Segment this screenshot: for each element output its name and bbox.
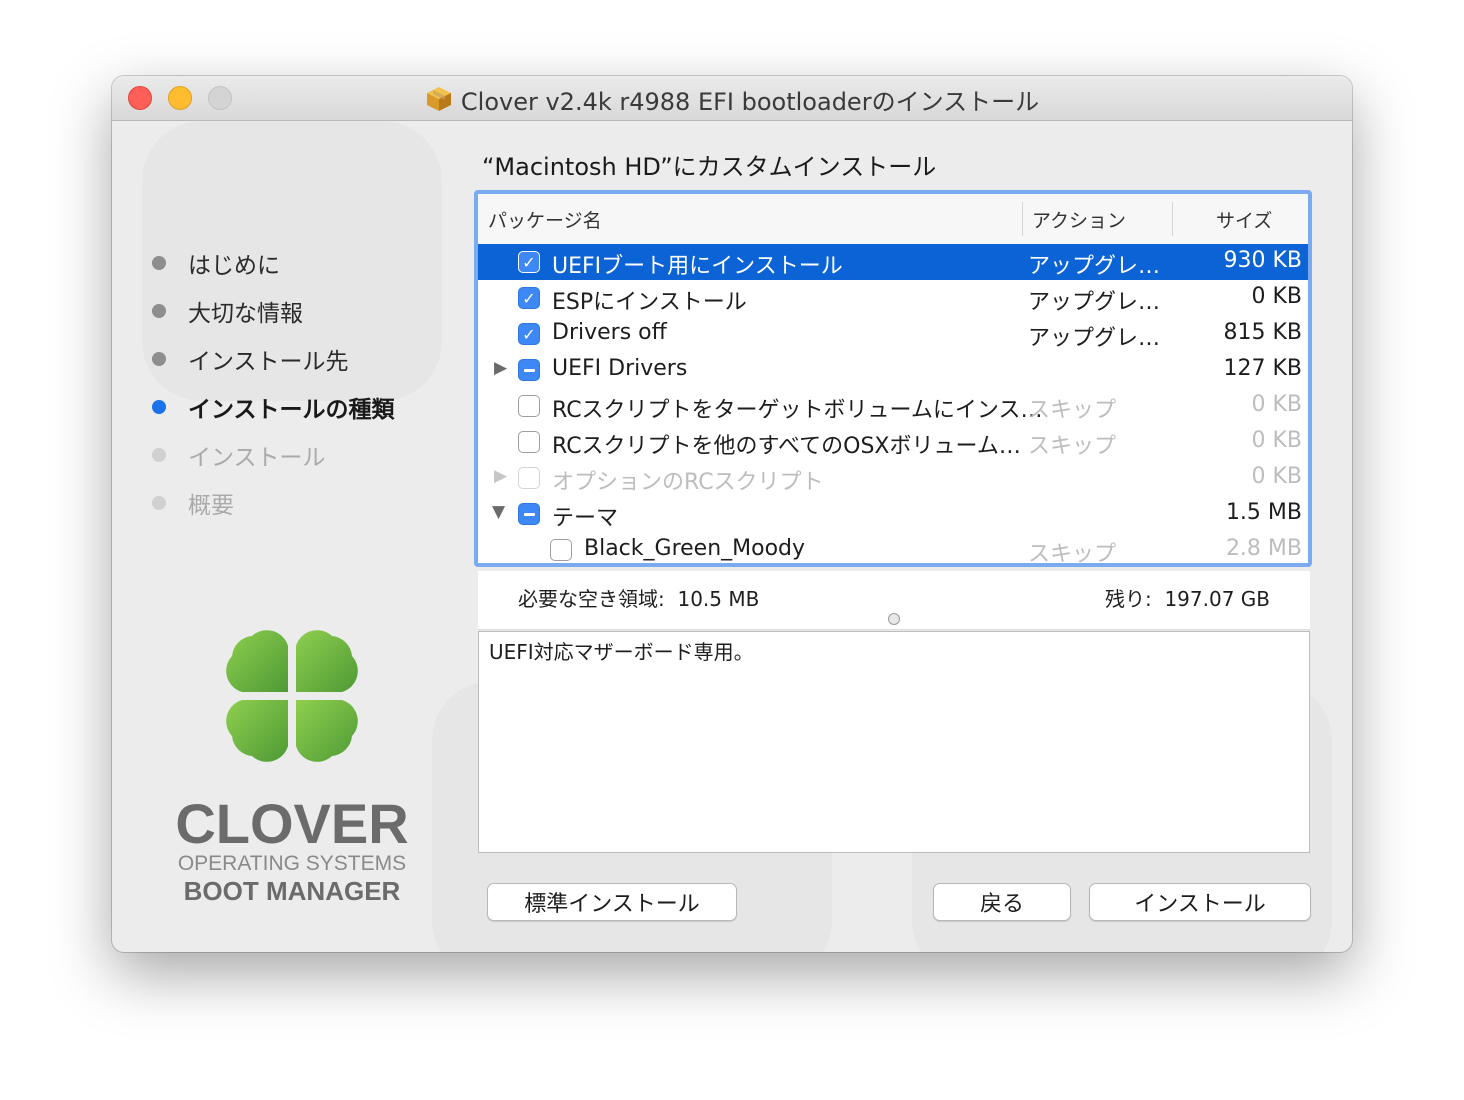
step-destination: インストール先 bbox=[152, 335, 395, 383]
package-action: スキップ bbox=[1028, 398, 1117, 423]
window-title-group: Clover v2.4k r4988 EFI bootloaderのインストール bbox=[112, 84, 1352, 116]
table-row[interactable]: ▶ オプションのRCスクリプト 0 KB bbox=[478, 460, 1308, 496]
step-introduction: はじめに bbox=[152, 239, 395, 287]
step-bullet bbox=[152, 400, 166, 414]
column-header-name[interactable]: パッケージ名 bbox=[488, 206, 602, 233]
space-required-value: 10.5 MB bbox=[677, 587, 760, 611]
space-remaining-value: 197.07 GB bbox=[1164, 587, 1270, 611]
disk-space-info: 必要な空き領域: 10.5 MB 残り: 197.07 GB bbox=[478, 571, 1310, 630]
table-row[interactable]: Black_Green_Moody スキップ 2.8 MB bbox=[478, 532, 1308, 567]
checkbox[interactable] bbox=[518, 395, 540, 417]
table-row[interactable]: ✓ UEFIブート用にインストール アップグレ… 930 KB bbox=[478, 244, 1308, 280]
install-steps-list: はじめに 大切な情報 インストール先 インストールの種類 インストール 概要 bbox=[152, 239, 395, 527]
install-button[interactable]: インストール bbox=[1089, 883, 1311, 921]
disclosure-collapsed-icon[interactable]: ▶ bbox=[494, 358, 507, 378]
step-summary: 概要 bbox=[152, 479, 395, 527]
split-view-handle[interactable] bbox=[888, 613, 900, 625]
package-action: アップグレ… bbox=[1028, 290, 1161, 315]
package-action: アップグレ… bbox=[1028, 254, 1161, 279]
checkbox[interactable] bbox=[550, 539, 572, 561]
step-read-me: 大切な情報 bbox=[152, 287, 395, 335]
step-installation: インストール bbox=[152, 431, 395, 479]
package-size: 930 KB bbox=[1223, 248, 1302, 273]
logo-tagline-1: OPERATING SYSTEMS bbox=[177, 852, 407, 875]
space-remaining-label: 残り: bbox=[1104, 587, 1152, 611]
checkbox[interactable]: ✓ bbox=[518, 251, 540, 273]
column-header-size[interactable]: サイズ bbox=[1216, 206, 1272, 233]
package-action: スキップ bbox=[1028, 542, 1117, 567]
package-size: 0 KB bbox=[1251, 464, 1302, 489]
step-label: 大切な情報 bbox=[188, 301, 303, 327]
package-name: オプションのRCスクリプト bbox=[552, 470, 824, 495]
column-header-action[interactable]: アクション bbox=[1032, 206, 1126, 233]
package-action: アップグレ… bbox=[1028, 326, 1161, 351]
step-label: インストールの種類 bbox=[188, 397, 395, 423]
column-divider bbox=[1172, 202, 1173, 236]
step-bullet bbox=[152, 496, 166, 510]
checkbox bbox=[518, 467, 540, 489]
step-label: はじめに bbox=[188, 253, 280, 279]
space-required: 必要な空き領域: 10.5 MB bbox=[518, 583, 759, 612]
checkbox[interactable]: ✓ bbox=[518, 323, 540, 345]
table-row[interactable]: RCスクリプトをターゲットボリュームにインス… スキップ 0 KB bbox=[478, 388, 1308, 424]
package-name: ESPにインストール bbox=[552, 290, 747, 315]
package-size: 815 KB bbox=[1223, 320, 1302, 345]
checkbox[interactable] bbox=[518, 431, 540, 453]
checkbox[interactable]: ✓ bbox=[518, 287, 540, 309]
checkbox[interactable] bbox=[518, 503, 540, 525]
description-panel: UEFI対応マザーボード専用。 bbox=[478, 631, 1310, 853]
disclosure-expanded-icon[interactable]: ▼ bbox=[492, 502, 505, 522]
logo-wordmark: CLOVER bbox=[175, 792, 409, 855]
package-icon bbox=[426, 87, 451, 111]
package-action: スキップ bbox=[1028, 434, 1117, 459]
title-bar: Clover v2.4k r4988 EFI bootloaderのインストール bbox=[112, 76, 1352, 121]
package-size: 0 KB bbox=[1251, 284, 1302, 309]
package-table: パッケージ名 アクション サイズ ✓ UEFIブート用にインストール アップグレ… bbox=[474, 190, 1312, 567]
table-row[interactable]: ✓ Drivers off アップグレ… 815 KB bbox=[478, 316, 1308, 352]
logo-tagline-2: BOOT MANAGER bbox=[183, 876, 401, 906]
step-installation-type: インストールの種類 bbox=[152, 383, 395, 431]
space-remaining: 残り: 197.07 GB bbox=[1105, 583, 1270, 612]
installer-window: Clover v2.4k r4988 EFI bootloaderのインストール… bbox=[112, 76, 1352, 952]
step-label: インストール bbox=[188, 445, 326, 471]
table-header: パッケージ名 アクション サイズ bbox=[478, 194, 1308, 245]
package-name: RCスクリプトをターゲットボリュームにインス… bbox=[552, 398, 1043, 423]
description-text: UEFI対応マザーボード専用。 bbox=[489, 640, 754, 664]
package-name: テーマ bbox=[552, 506, 619, 531]
package-name: UEFI Drivers bbox=[552, 356, 688, 381]
checkbox[interactable] bbox=[518, 359, 540, 381]
package-size: 1.5 MB bbox=[1225, 500, 1302, 525]
clover-leaf-icon bbox=[226, 630, 358, 762]
package-size: 0 KB bbox=[1251, 428, 1302, 453]
package-size: 127 KB bbox=[1223, 356, 1302, 381]
window-content: はじめに 大切な情報 インストール先 インストールの種類 インストール 概要 C… bbox=[112, 121, 1352, 952]
step-bullet bbox=[152, 304, 166, 318]
table-row[interactable]: ▼ テーマ 1.5 MB bbox=[478, 496, 1308, 532]
step-label: 概要 bbox=[188, 493, 234, 519]
package-size: 2.8 MB bbox=[1225, 536, 1302, 561]
window-title: Clover v2.4k r4988 EFI bootloaderのインストール bbox=[460, 87, 1040, 116]
back-button[interactable]: 戻る bbox=[933, 883, 1071, 921]
space-required-label: 必要な空き領域: bbox=[518, 587, 665, 611]
package-name: Black_Green_Moody bbox=[584, 536, 806, 561]
package-name: RCスクリプトを他のすべてのOSXボリューム… bbox=[552, 434, 1021, 459]
table-row[interactable]: ✓ ESPにインストール アップグレ… 0 KB bbox=[478, 280, 1308, 316]
package-name: UEFIブート用にインストール bbox=[552, 254, 843, 279]
step-bullet bbox=[152, 448, 166, 462]
package-size: 0 KB bbox=[1251, 392, 1302, 417]
standard-install-button[interactable]: 標準インストール bbox=[487, 883, 737, 921]
table-row[interactable]: ▶ UEFI Drivers 127 KB bbox=[478, 352, 1308, 388]
step-bullet bbox=[152, 352, 166, 366]
column-divider bbox=[1022, 202, 1023, 236]
step-label: インストール先 bbox=[188, 349, 349, 375]
disclosure-collapsed-icon[interactable]: ▶ bbox=[494, 466, 507, 486]
step-bullet bbox=[152, 256, 166, 270]
package-name: Drivers off bbox=[552, 320, 667, 345]
page-title: “Macintosh HD”にカスタムインストール bbox=[482, 153, 937, 181]
table-row[interactable]: RCスクリプトを他のすべてのOSXボリューム… スキップ 0 KB bbox=[478, 424, 1308, 460]
